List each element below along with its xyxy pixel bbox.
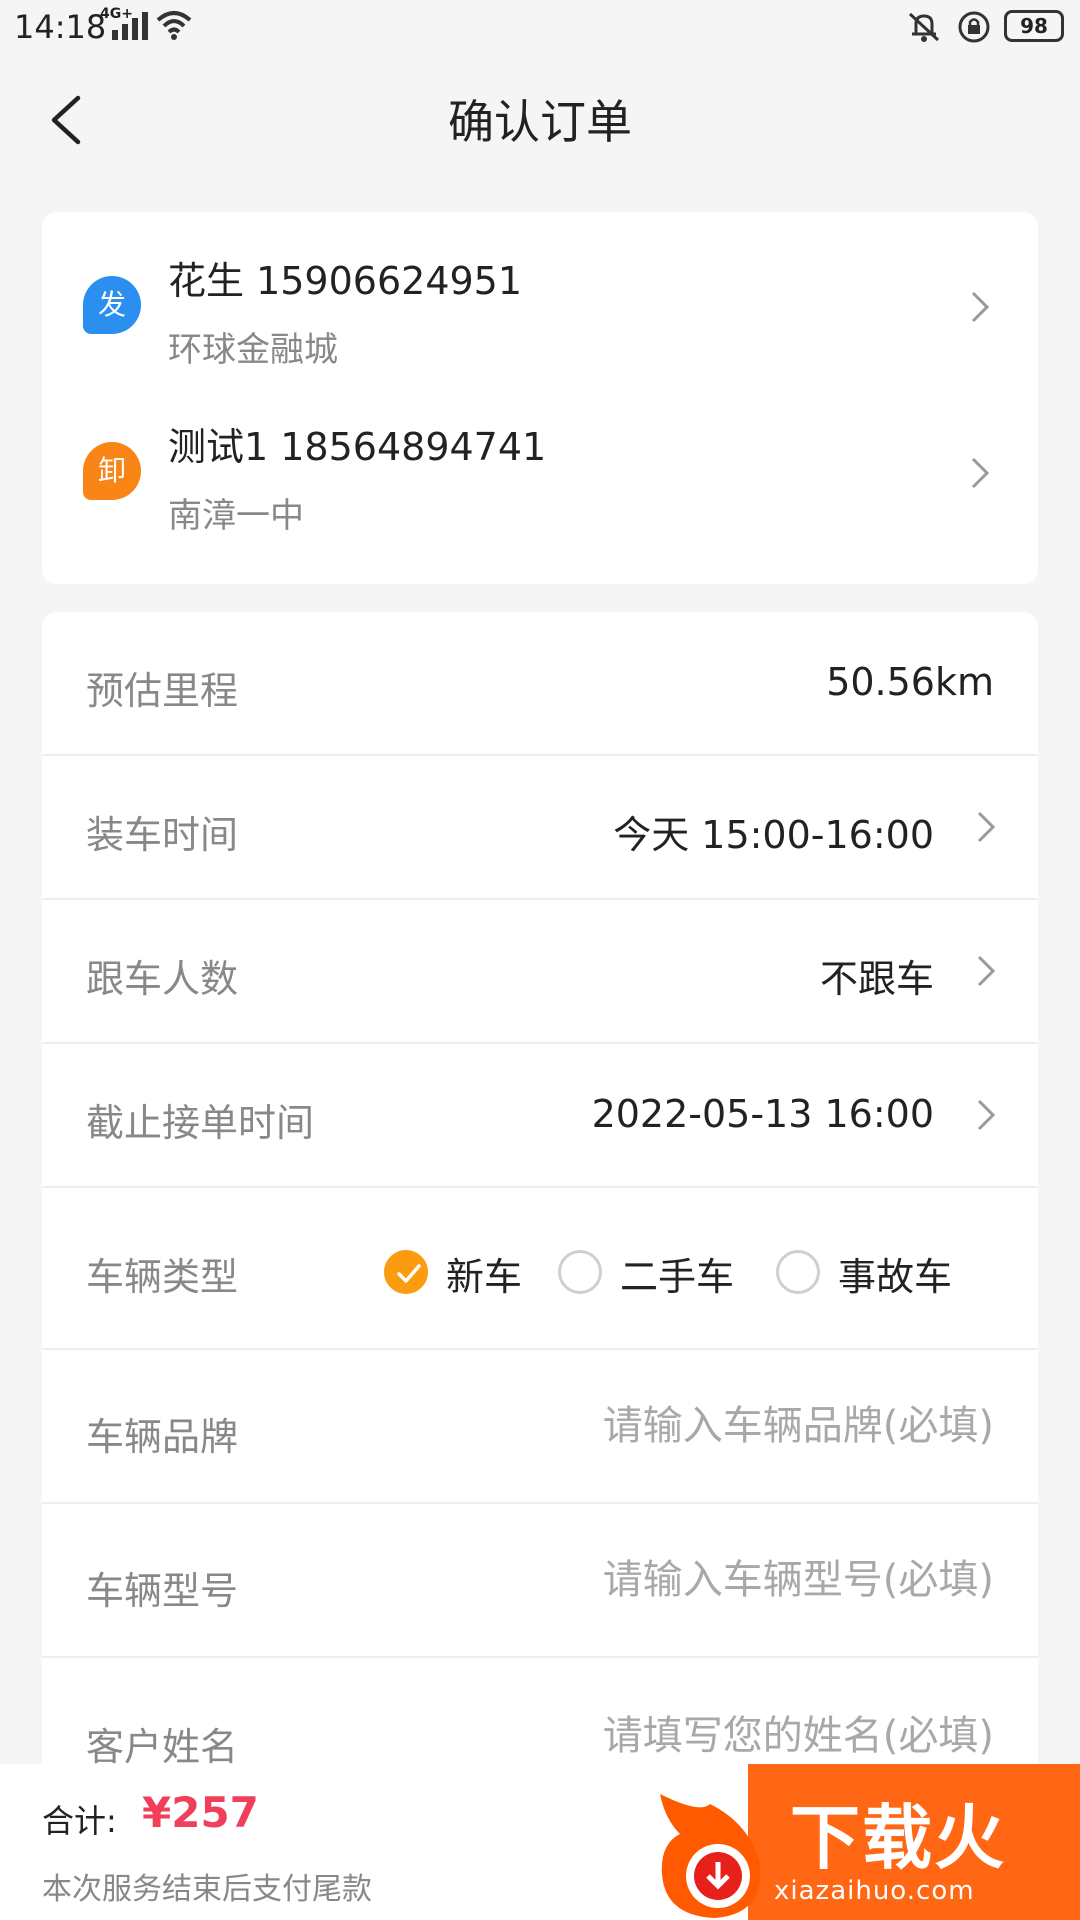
radio-unchecked-icon [776, 1250, 820, 1294]
model-row: 车辆型号 [42, 1504, 1038, 1658]
order-form: 预估里程 50.56km 装车时间 今天 15:00-16:00 跟车人数 不跟… [42, 612, 1038, 1920]
wifi-icon [156, 11, 192, 40]
loading-time-value: 今天 15:00-16:00 [613, 813, 934, 857]
address-card: 发 花生 15906624951 环球金融城 卸 测试1 18564894741… [42, 212, 1038, 584]
customer-name-label: 客户姓名 [86, 1725, 239, 1769]
radio-label: 新车 [446, 1255, 523, 1299]
chevron-right-icon [977, 1099, 996, 1131]
customer-name-input[interactable] [434, 1706, 994, 1766]
brand-row: 车辆品牌 [42, 1350, 1038, 1504]
pickup-address-row[interactable]: 发 花生 15906624951 环球金融城 [42, 232, 1038, 392]
vehicle-type-row: 车辆类型 新车 二手车 事故车 [42, 1188, 1038, 1350]
unload-address-row[interactable]: 卸 测试1 18564894741 南漳一中 [42, 398, 1038, 558]
brand-input[interactable] [434, 1396, 994, 1456]
passengers-value: 不跟车 [819, 957, 934, 1001]
radio-label: 事故车 [838, 1255, 953, 1299]
status-time: 14:18 [14, 8, 107, 46]
signal-icon [112, 12, 148, 40]
pickup-contact: 花生 15906624951 [168, 259, 523, 303]
payment-note: 本次服务结束后支付尾款 [42, 1872, 372, 1907]
unload-place: 南漳一中 [168, 496, 304, 536]
loading-time-row[interactable]: 装车时间 今天 15:00-16:00 [42, 756, 1038, 900]
vehicle-type-label: 车辆类型 [86, 1255, 239, 1299]
watermark-brand: 下载火 [790, 1797, 1006, 1879]
deadline-row[interactable]: 截止接单时间 2022-05-13 16:00 [42, 1044, 1038, 1188]
passengers-label: 跟车人数 [86, 957, 239, 1001]
watermark-domain: xiazaihuo.com [774, 1876, 975, 1906]
deadline-value: 2022-05-13 16:00 [591, 1092, 934, 1136]
model-label: 车辆型号 [86, 1569, 239, 1613]
total-label: 合计: [42, 1802, 117, 1840]
radio-unchecked-icon [558, 1250, 602, 1294]
model-input[interactable] [434, 1550, 994, 1610]
header: 确认订单 [0, 70, 1080, 170]
brand-label: 车辆品牌 [86, 1415, 239, 1459]
deadline-label: 截止接单时间 [86, 1101, 315, 1145]
unload-contact: 测试1 18564894741 [168, 425, 547, 469]
chevron-right-icon [971, 291, 990, 323]
battery-indicator: 98 [1004, 10, 1064, 42]
status-bar: 14:18 4G+ 98 [0, 0, 1080, 52]
mute-bell-icon [908, 12, 940, 42]
flame-logo-icon [660, 1794, 761, 1918]
chevron-right-icon [977, 811, 996, 843]
mileage-value: 50.56km [826, 660, 994, 704]
pickup-badge: 发 [83, 276, 141, 334]
passengers-row[interactable]: 跟车人数 不跟车 [42, 900, 1038, 1044]
unload-badge: 卸 [83, 442, 141, 500]
mileage-row: 预估里程 50.56km [42, 612, 1038, 756]
page-title: 确认订单 [448, 95, 632, 149]
loading-time-label: 装车时间 [86, 813, 239, 857]
chevron-right-icon [977, 955, 996, 987]
total-price: ¥257 [142, 1788, 259, 1837]
radio-label: 二手车 [620, 1255, 735, 1299]
rotation-lock-icon [958, 11, 990, 43]
mileage-label: 预估里程 [86, 669, 239, 713]
pickup-place: 环球金融城 [168, 330, 338, 370]
chevron-right-icon [971, 457, 990, 489]
radio-checked-icon [384, 1250, 428, 1294]
watermark: 下载火 xiazaihuo.com [640, 1764, 1080, 1920]
